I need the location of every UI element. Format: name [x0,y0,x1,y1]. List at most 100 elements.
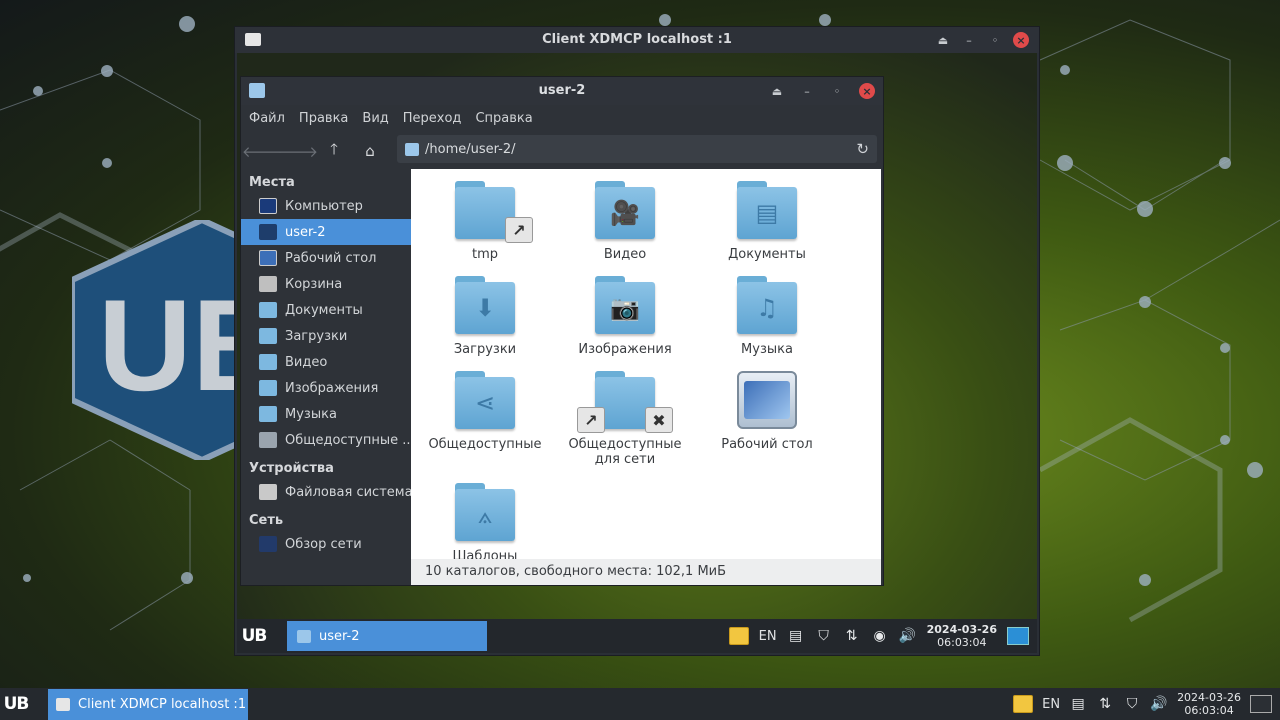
fm-titlebar[interactable]: user-2 ⏏ – ◦ × [241,77,883,105]
sidebar-item-documents[interactable]: Документы [241,297,411,323]
folder-label: Музыка [741,342,793,357]
keyboard-layout[interactable]: EN [759,629,777,644]
folder-item[interactable]: ▤ Документы [697,181,837,262]
folder-label: Загрузки [453,342,517,357]
sidebar-item-desktop[interactable]: Рабочий стол [241,245,411,271]
show-desktop-icon[interactable] [1250,695,1272,713]
up-button[interactable]: 🡑 [325,140,343,160]
menu-edit[interactable]: Правка [299,111,348,126]
forward-button[interactable]: 🡒 [278,142,318,161]
folder-label: Общедоступные [428,437,542,452]
sidebar-item-label: Изображения [285,380,379,396]
sidebar-item-pictures[interactable]: Изображения [241,375,411,401]
minimize-button[interactable]: – [799,83,815,99]
folder-label: Шаблоны [452,549,518,559]
sidebar-item-label: Обзор сети [285,536,362,552]
maximize-button[interactable]: ◦ [829,83,845,99]
network-icon[interactable]: ⇅ [1096,695,1114,713]
sidebar-item-network[interactable]: Обзор сети [241,531,411,557]
close-button[interactable]: × [859,83,875,99]
shield-icon[interactable]: ⛉ [815,627,833,645]
folder-documents-icon: ▤ [737,181,797,239]
notes-icon[interactable] [1013,695,1034,713]
folder-item[interactable]: ⋖ Общедоступные [415,371,555,452]
folder-item[interactable]: ⬇ Загрузки [415,276,555,357]
clock[interactable]: 2024-03-26 06:03:04 [927,623,997,649]
window-icon [56,698,70,711]
computer-icon [259,198,277,214]
sidebar-item-label: Файловая система [285,484,411,500]
file-view: ↗ tmp 🎥 Видео ▤ Документы ⬇ Загрузки 📷 И… [411,169,881,559]
menu-file[interactable]: Файл [249,111,285,126]
sidebar-item-public[interactable]: Общедоступные ... [241,427,411,453]
xdmcp-titlebar[interactable]: Client XDMCP localhost :1 ⏏ – ◦ × [235,27,1039,53]
menu-go[interactable]: Переход [403,111,462,126]
places-header: Места [249,175,295,190]
clipboard-icon[interactable]: ▤ [787,627,805,645]
sidebar-item-videos[interactable]: Видео [241,349,411,375]
eye-icon[interactable]: ◉ [871,627,889,645]
clock[interactable]: 2024-03-26 06:03:04 [1177,691,1241,717]
eject-icon[interactable]: ⏏ [935,32,951,48]
file-manager-window: user-2 ⏏ – ◦ × Файл Правка Вид Переход С… [240,76,884,586]
show-desktop-icon[interactable] [1007,627,1029,645]
folder-item[interactable]: ↗ tmp [415,181,555,262]
keyboard-layout[interactable]: EN [1042,697,1060,712]
network-icon[interactable]: ⇅ [843,627,861,645]
menu-help[interactable]: Справка [475,111,532,126]
folder-downloads-icon [259,328,277,344]
path-bar[interactable]: /home/user-2/ ↻ [397,135,877,163]
sidebar-item-label: Компьютер [285,198,363,214]
folder-documents-icon [259,302,277,318]
home-button[interactable]: ⌂ [361,142,379,160]
network-header: Сеть [249,513,284,528]
sidebar-item-label: Общедоступные ... [285,432,411,448]
sidebar-item-downloads[interactable]: Загрузки [241,323,411,349]
xdmcp-title: Client XDMCP localhost :1 [542,32,732,47]
folder-item[interactable]: 📷 Изображения [555,276,695,357]
sidebar-item-trash[interactable]: Корзина [241,271,411,297]
folder-downloads-icon: ⬇ [455,276,515,334]
close-button[interactable]: × [1013,32,1029,48]
sidebar-item-label: user-2 [285,224,326,240]
sidebar-item-label: Музыка [285,406,337,422]
folder-label: Видео [603,247,647,262]
taskbar-window-button[interactable]: user-2 [287,621,487,651]
clock-date: 2024-03-26 [926,623,997,636]
volume-icon[interactable]: 🔊 [1150,695,1168,713]
folder-item[interactable]: Рабочий стол [697,371,837,452]
clock-date: 2024-03-26 [1177,691,1241,704]
sidebar-item-home[interactable]: user-2 [241,219,411,245]
back-button[interactable]: 🡐 [242,142,282,161]
outer-taskbar: UB Client XDMCP localhost :1 EN ▤ ⇅ ⛉ 🔊 … [0,688,1280,720]
taskbar-window-label: Client XDMCP localhost :1 [78,697,247,712]
folder-item[interactable]: ♫ Музыка [697,276,837,357]
folder-music-icon: ♫ [737,276,797,334]
reload-icon[interactable]: ↻ [856,140,869,158]
folder-item[interactable]: ⟑ Шаблоны [415,483,555,559]
home-icon [259,224,277,240]
clock-time: 06:03:04 [1184,704,1234,717]
menu-view[interactable]: Вид [362,111,388,126]
folder-label: tmp [471,247,498,262]
ub-menu-button[interactable]: UB [0,694,32,714]
folder-pictures-icon: 📷 [595,276,655,334]
sidebar-item-computer[interactable]: Компьютер [241,193,411,219]
sidebar: Места Компьютер user-2 Рабочий стол Корз… [241,169,411,585]
folder-item[interactable]: 🎥 Видео [555,181,695,262]
volume-icon[interactable]: 🔊 [899,627,917,645]
taskbar-window-button[interactable]: Client XDMCP localhost :1 [48,689,248,720]
folder-item[interactable]: ↗ ✖ Общедоступные для сети [555,371,695,467]
folder-shared-icon: ↗ ✖ [577,371,673,433]
ub-menu-button[interactable]: UB [237,626,271,646]
desktop-icon [737,371,797,429]
clipboard-icon[interactable]: ▤ [1069,695,1087,713]
devices-header: Устройства [249,461,334,476]
sidebar-item-filesystem[interactable]: Файловая система [241,479,411,505]
eject-icon[interactable]: ⏏ [769,83,785,99]
sidebar-item-music[interactable]: Музыка [241,401,411,427]
maximize-button[interactable]: ◦ [987,32,1003,48]
minimize-button[interactable]: – [961,32,977,48]
shield-icon[interactable]: ⛉ [1123,695,1141,713]
notes-icon[interactable] [728,627,749,645]
